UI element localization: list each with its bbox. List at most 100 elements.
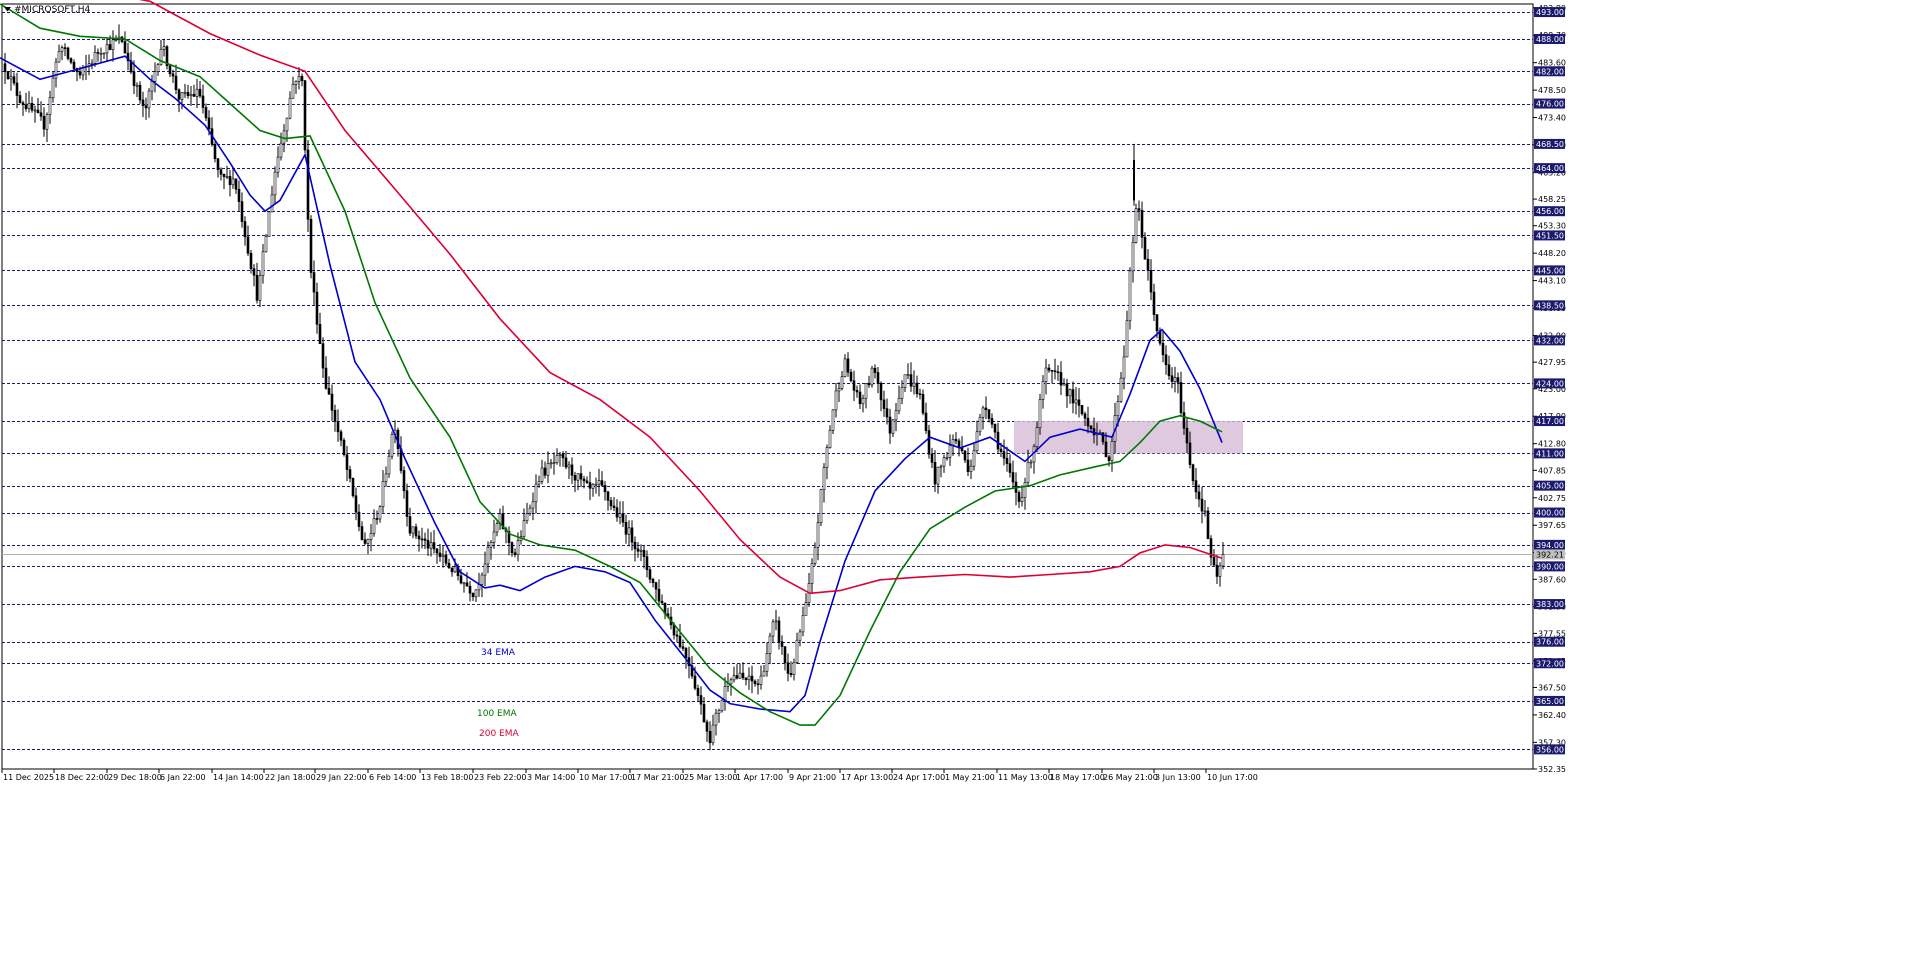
candle[interactable] <box>1131 236 1135 283</box>
candle[interactable] <box>111 30 115 62</box>
candle[interactable] <box>468 581 472 602</box>
candle[interactable] <box>747 667 751 690</box>
candle[interactable] <box>876 367 880 394</box>
candle[interactable] <box>612 497 616 512</box>
level-price-label[interactable]: 365.00 <box>1534 695 1565 706</box>
candle[interactable] <box>702 697 706 723</box>
candle[interactable] <box>594 477 598 494</box>
candle[interactable] <box>651 577 655 588</box>
candle[interactable] <box>237 180 241 212</box>
candle[interactable] <box>486 541 490 574</box>
candle[interactable] <box>447 558 451 569</box>
level-price-label[interactable]: 438.50 <box>1534 300 1565 311</box>
level-price-label[interactable]: 482.00 <box>1534 66 1565 77</box>
candle[interactable] <box>399 436 403 474</box>
candle[interactable] <box>759 665 763 690</box>
candle[interactable] <box>1023 477 1027 510</box>
candle[interactable] <box>1002 439 1006 466</box>
candle[interactable] <box>180 92 184 110</box>
candle[interactable] <box>141 91 145 118</box>
candle[interactable] <box>144 97 148 120</box>
candle[interactable] <box>978 413 982 436</box>
candle[interactable] <box>306 140 310 233</box>
candle[interactable] <box>1152 283 1156 322</box>
candle[interactable] <box>354 487 358 521</box>
level-price-label[interactable]: 417.00 <box>1534 416 1565 427</box>
candle-spike[interactable] <box>1133 143 1135 206</box>
candle[interactable] <box>1017 490 1021 508</box>
candle[interactable] <box>429 532 433 557</box>
candle[interactable] <box>69 57 73 65</box>
candle[interactable] <box>1032 443 1036 474</box>
level-price-label[interactable]: 456.00 <box>1534 206 1565 217</box>
candle[interactable] <box>3 52 7 84</box>
candle[interactable] <box>870 365 874 388</box>
candle[interactable] <box>411 526 415 539</box>
candle[interactable] <box>198 81 202 99</box>
candle[interactable] <box>1206 507 1210 540</box>
level-price-label[interactable]: 383.00 <box>1534 599 1565 610</box>
candle[interactable] <box>336 409 340 442</box>
candle[interactable] <box>837 382 841 402</box>
candle[interactable] <box>42 107 46 137</box>
candle[interactable] <box>822 463 826 503</box>
candle[interactable] <box>255 262 259 304</box>
candle[interactable] <box>678 623 682 649</box>
candle[interactable] <box>654 581 658 601</box>
candle[interactable] <box>585 476 589 484</box>
candle[interactable] <box>15 72 19 109</box>
candle[interactable] <box>276 146 280 178</box>
candle[interactable] <box>588 471 592 501</box>
candle[interactable] <box>549 459 553 469</box>
candle[interactable] <box>1119 372 1123 403</box>
candle[interactable] <box>24 92 28 112</box>
candle[interactable] <box>711 714 715 746</box>
candle[interactable] <box>1047 364 1051 373</box>
candle[interactable] <box>1128 267 1132 330</box>
candle[interactable] <box>528 504 532 517</box>
candle[interactable] <box>201 84 205 114</box>
candle[interactable] <box>567 461 571 479</box>
candle[interactable] <box>696 684 700 702</box>
candle[interactable] <box>714 708 718 736</box>
candle[interactable] <box>345 446 349 482</box>
candle[interactable] <box>993 423 997 439</box>
level-price-label[interactable]: 445.00 <box>1534 265 1565 276</box>
candle[interactable] <box>54 57 58 88</box>
candle[interactable] <box>948 434 952 466</box>
candle[interactable] <box>537 475 541 488</box>
candle[interactable] <box>1200 486 1204 524</box>
level-price-label[interactable]: 424.00 <box>1534 378 1565 389</box>
candle[interactable] <box>828 425 832 449</box>
candle[interactable] <box>1056 365 1060 381</box>
candle[interactable] <box>165 45 169 70</box>
candle[interactable] <box>45 112 49 143</box>
candle[interactable] <box>390 431 394 460</box>
candle[interactable] <box>765 642 769 677</box>
candle[interactable] <box>1218 562 1222 587</box>
candle[interactable] <box>681 639 685 651</box>
candle[interactable] <box>708 721 712 751</box>
candle[interactable] <box>315 282 319 334</box>
candle[interactable] <box>435 548 439 564</box>
candle[interactable] <box>1008 454 1012 478</box>
candle[interactable] <box>264 233 268 253</box>
candle[interactable] <box>801 606 805 637</box>
candle[interactable] <box>576 473 580 491</box>
candle[interactable] <box>360 521 364 541</box>
candle[interactable] <box>1215 554 1219 585</box>
candle[interactable] <box>174 64 178 95</box>
level-price-label[interactable]: 394.00 <box>1534 539 1565 550</box>
candle[interactable] <box>717 708 721 723</box>
candle[interactable] <box>1074 387 1078 415</box>
candle[interactable] <box>324 356 328 390</box>
candle[interactable] <box>258 270 262 308</box>
level-price-label[interactable]: 400.00 <box>1534 507 1565 518</box>
candle[interactable] <box>339 429 343 447</box>
candle[interactable] <box>975 420 979 454</box>
candle[interactable] <box>375 510 379 525</box>
candle[interactable] <box>864 382 868 409</box>
candle[interactable] <box>564 451 568 470</box>
candle[interactable] <box>609 496 613 511</box>
candle[interactable] <box>933 450 937 493</box>
